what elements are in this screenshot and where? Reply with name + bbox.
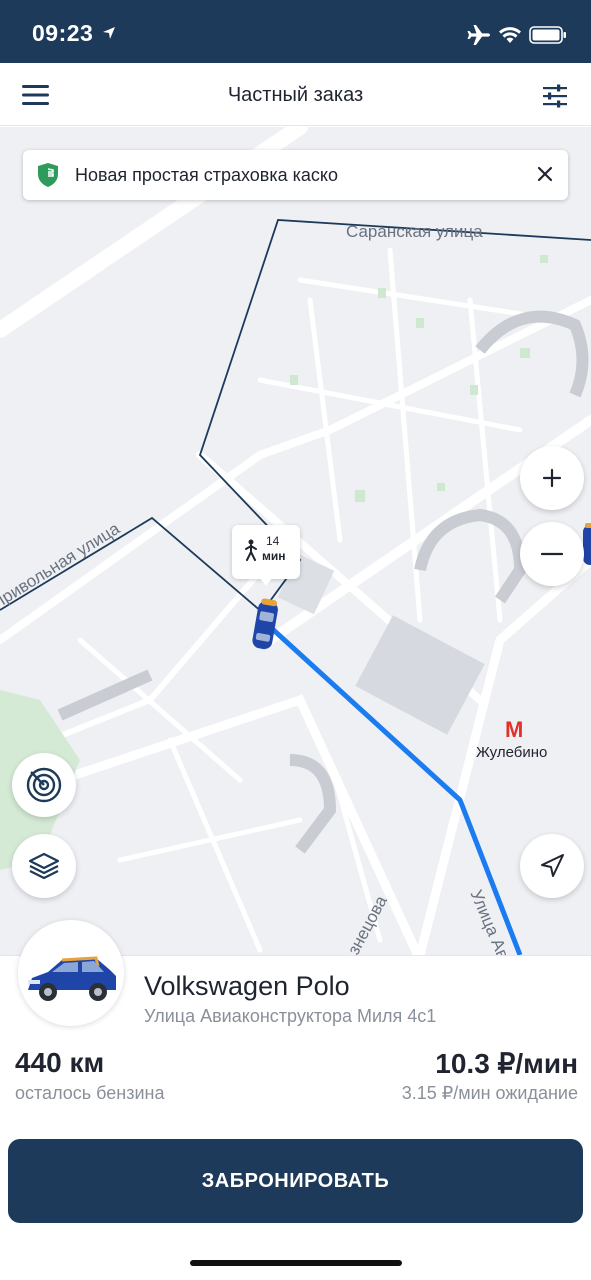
location-arrow-icon: [103, 27, 115, 39]
walk-time-bubble: 14 мин: [232, 525, 300, 586]
fuel-remaining-value: 440 км: [15, 1047, 105, 1078]
book-button[interactable]: ЗАБРОНИРОВАТЬ: [8, 1139, 583, 1223]
car-address: Улица Авиаконструктора Миля 4с1: [144, 1006, 437, 1026]
banner-text: Новая простая страховка каско: [75, 165, 338, 185]
layers-icon: [28, 852, 60, 880]
radar-icon: [26, 767, 62, 803]
waiting-price-label: 3.15 ₽/мин ожидание: [401, 1083, 578, 1103]
shield-icon: [38, 163, 58, 187]
wifi-icon: [499, 27, 521, 43]
car-image: [28, 956, 116, 1001]
page-title: Частный заказ: [227, 84, 364, 106]
metro-station-label: Жулебино: [476, 744, 548, 761]
status-bar: 09:23: [0, 0, 591, 63]
map-layers-button[interactable]: [12, 834, 76, 898]
radar-button[interactable]: [12, 753, 76, 817]
airplane-icon: [467, 25, 490, 45]
minus-icon: [541, 552, 563, 556]
walk-time-unit: мин: [262, 549, 286, 563]
fuel-remaining-label: осталось бензина: [15, 1083, 165, 1103]
app-header: Частный заказ: [0, 63, 591, 126]
zoom-in-button[interactable]: [520, 446, 584, 510]
price-per-minute: 10.3 ₽/мин: [435, 1048, 578, 1079]
car-model-name: Volkswagen Polo: [144, 971, 350, 1001]
battery-icon: [529, 26, 566, 44]
home-indicator[interactable]: [190, 1260, 402, 1266]
street-label: Саранская улица: [346, 222, 483, 241]
car-marker-icon[interactable]: [583, 523, 591, 565]
insurance-banner[interactable]: Новая простая страховка каско: [23, 150, 568, 200]
metro-icon: М: [505, 717, 523, 742]
navigation-arrow-icon: [541, 854, 564, 877]
status-time: 09:23: [32, 20, 94, 46]
walk-time-value: 14: [266, 534, 280, 548]
my-location-button[interactable]: [520, 834, 584, 898]
close-icon[interactable]: [534, 163, 556, 185]
plus-icon: [542, 468, 562, 488]
sliders-icon[interactable]: [542, 83, 568, 109]
car-photo: [18, 920, 124, 1026]
zoom-out-button[interactable]: [520, 522, 584, 586]
walking-person-icon: [245, 539, 257, 561]
